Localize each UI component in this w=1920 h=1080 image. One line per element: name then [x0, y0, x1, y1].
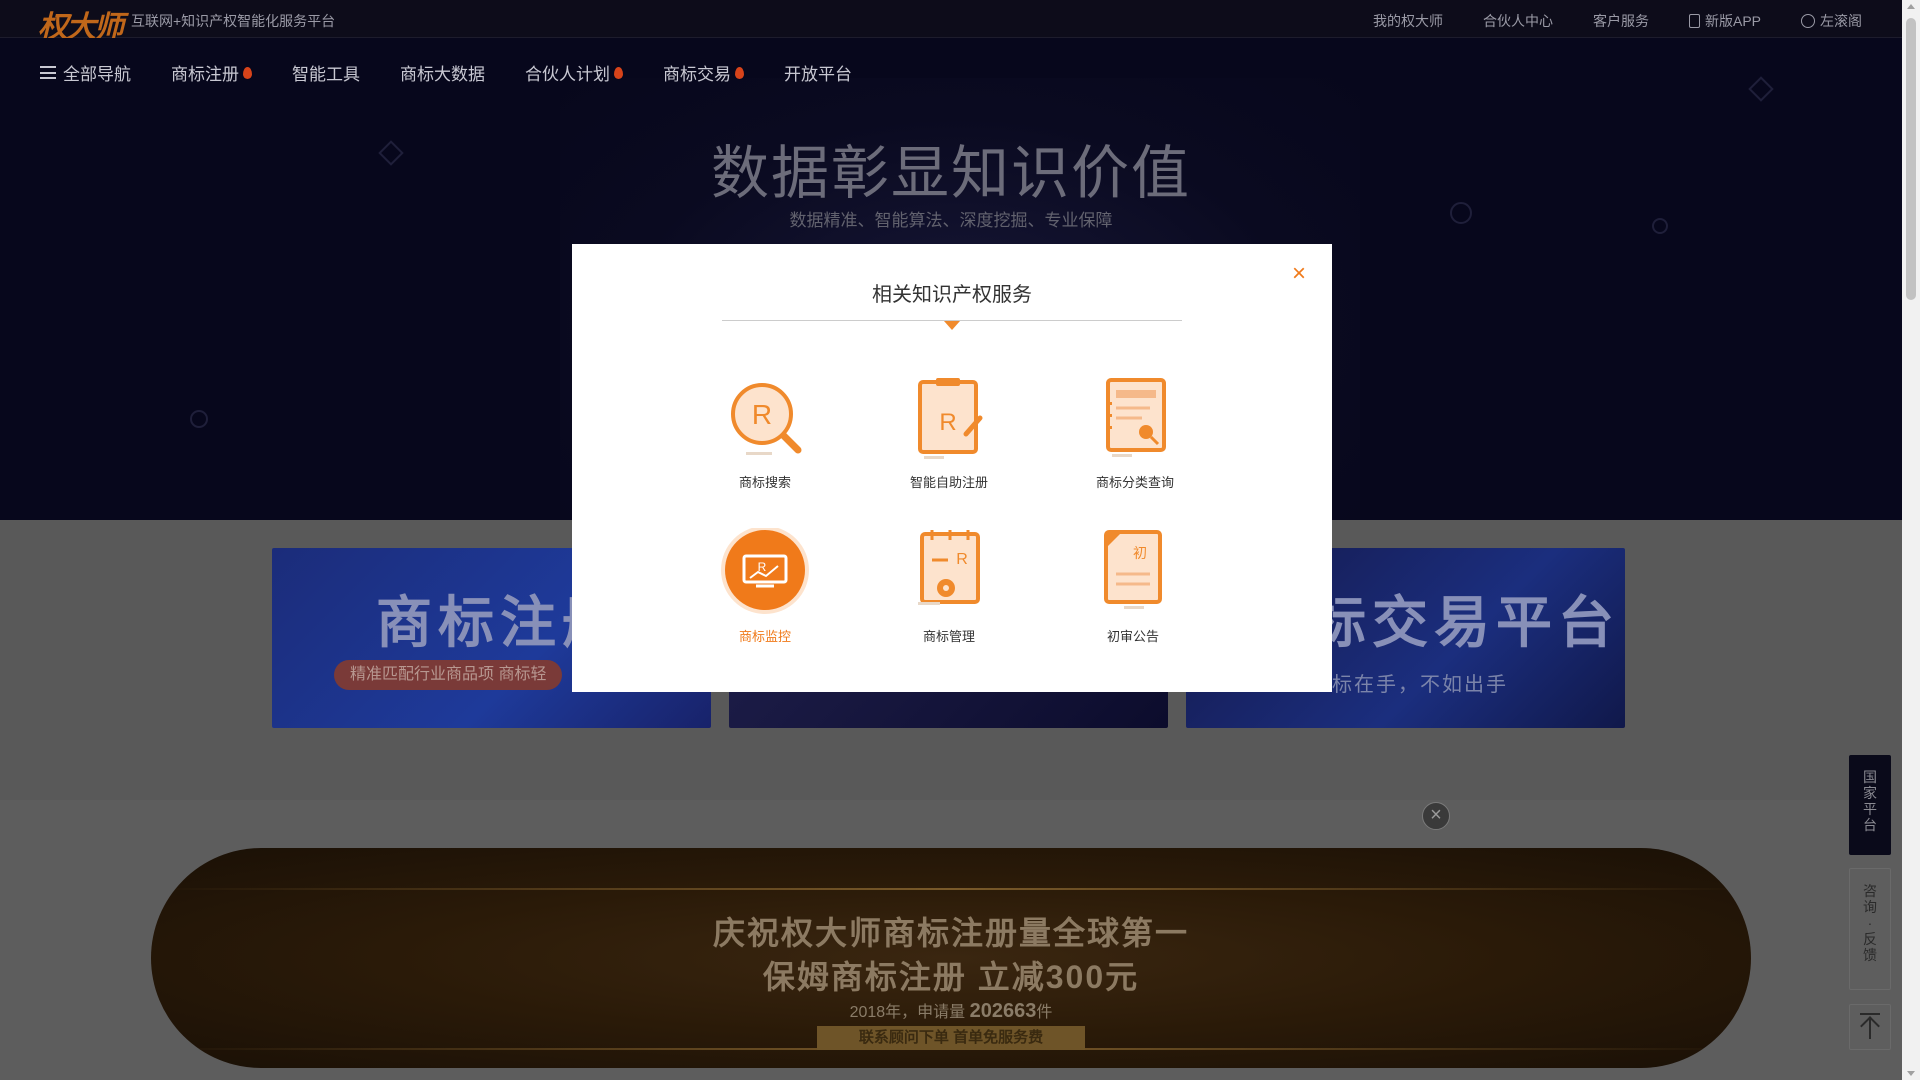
- service-label: 商标搜索: [738, 475, 791, 490]
- service-trademark-search[interactable]: R 商标搜索: [690, 374, 840, 491]
- float-feedback[interactable]: 咨询·反馈: [1849, 868, 1891, 990]
- service-preliminary-notice[interactable]: 初 初审公告: [1058, 528, 1208, 645]
- service-label: 商标监控: [738, 629, 791, 644]
- top-link-label: 我的权大师: [1372, 13, 1443, 29]
- scroll-down-icon[interactable]: [1907, 1071, 1915, 1076]
- service-trademark-monitor[interactable]: R 商标监控: [690, 526, 840, 645]
- top-link-customer-service[interactable]: 客户服务: [1593, 11, 1649, 31]
- modal-close-button[interactable]: ×: [1288, 262, 1310, 286]
- svg-text:初: 初: [1133, 545, 1147, 562]
- nav-trademark-bigdata[interactable]: 商标大数据: [400, 60, 485, 85]
- top-link-partner-center[interactable]: 合伙人中心: [1483, 11, 1553, 31]
- trademark-manage-icon: R: [904, 528, 994, 618]
- nav-label: 商标注册: [171, 65, 239, 84]
- service-label: 商标管理: [922, 629, 975, 644]
- top-link-label: 客户服务: [1592, 13, 1649, 29]
- svg-text:R: R: [752, 399, 772, 430]
- float-label: 国家平台: [1863, 769, 1877, 833]
- top-bar: 权大师 互联网+知识产权智能化服务平台 我的权大师 合伙人中心 客户服务 新版A…: [0, 0, 1902, 45]
- nav-smart-tools[interactable]: 智能工具: [292, 60, 360, 85]
- promo-stat: 2018年，申请量 202663件: [151, 998, 1751, 1023]
- classification-query-icon: [1090, 374, 1180, 464]
- service-trademark-manage[interactable]: R 商标管理: [874, 528, 1024, 645]
- service-classification-query[interactable]: 商标分类查询: [1060, 374, 1210, 491]
- arrow-up-icon: [1858, 1011, 1882, 1041]
- promo-decor-line: [151, 888, 1751, 890]
- hot-flame-icon: [614, 66, 623, 79]
- scroll-up-icon[interactable]: [1907, 4, 1915, 9]
- main-nav: 全部导航 商标注册 智能工具 商标大数据 合伙人计划 商标交易 开放平台: [40, 60, 892, 85]
- trademark-monitor-icon: R: [720, 526, 810, 618]
- decor-circle: [190, 410, 208, 428]
- menu-icon: [40, 66, 56, 79]
- card-subtitle: 标在手，不如出手: [1332, 674, 1508, 696]
- site-slogan: 互联网+知识产权智能化服务平台: [131, 13, 336, 29]
- top-links: 我的权大师 合伙人中心 客户服务 新版APP 左滚阁: [1373, 11, 1902, 31]
- nav-all[interactable]: 全部导航: [40, 60, 131, 85]
- promo-stat-value: 202663: [969, 1000, 1037, 1022]
- float-national-platform[interactable]: 国家平台: [1849, 755, 1891, 855]
- promo-cta[interactable]: 联系顾问下单 首单免服务费: [817, 1026, 1085, 1050]
- preliminary-notice-icon: 初: [1088, 528, 1178, 618]
- trademark-search-icon: R: [720, 374, 810, 464]
- service-label: 初审公告: [1106, 629, 1159, 644]
- hot-flame-icon: [243, 66, 252, 79]
- promo-offer: 保姆商标注册 立减300元: [762, 959, 1140, 995]
- nav-label: 全部导航: [63, 65, 131, 84]
- back-to-top-button[interactable]: [1849, 1004, 1891, 1050]
- user-icon: [1801, 14, 1815, 28]
- service-label: 商标分类查询: [1095, 475, 1174, 490]
- svg-text:R: R: [956, 551, 968, 568]
- hot-flame-icon: [735, 66, 744, 79]
- promo-stat-suffix: 件: [1036, 1004, 1053, 1021]
- svg-text:R: R: [939, 409, 956, 436]
- top-link-label: 左滚阁: [1820, 13, 1862, 29]
- card-pill: 精准匹配行业商品项 商标轻: [334, 660, 563, 690]
- modal-caret-icon: [944, 321, 960, 330]
- hero-subtitle: 数据精准、智能算法、深度挖掘、专业保障: [789, 211, 1113, 230]
- nav-label: 开放平台: [784, 65, 852, 84]
- nav-label: 商标大数据: [400, 65, 485, 84]
- decor-diamond: [1748, 76, 1774, 102]
- promo-stat-prefix: 2018年，申请量: [849, 1004, 966, 1021]
- nav-trademark-trade[interactable]: 商标交易: [663, 60, 744, 85]
- top-link-label: 合伙人中心: [1482, 13, 1553, 29]
- promo-headline: 庆祝权大师商标注册量全球第一: [712, 915, 1189, 951]
- page-scrollbar[interactable]: [1902, 0, 1920, 1080]
- nav-open-platform[interactable]: 开放平台: [784, 60, 852, 85]
- mobile-phone-icon: [1688, 14, 1700, 28]
- nav-label: 智能工具: [292, 65, 360, 84]
- service-label: 智能自助注册: [909, 475, 988, 490]
- smart-register-icon: R: [904, 374, 994, 464]
- top-link-my-account[interactable]: 我的权大师: [1373, 11, 1443, 31]
- card-title: 标交易平台: [1310, 591, 1620, 654]
- nav-label: 合伙人计划: [525, 65, 610, 84]
- modal-title: 相关知识产权服务: [872, 284, 1032, 306]
- top-link-new-app[interactable]: 新版APP: [1688, 11, 1761, 31]
- nav-partner-plan[interactable]: 合伙人计划: [525, 60, 623, 85]
- promo-close-button[interactable]: ×: [1422, 802, 1450, 830]
- hero-title: 数据彰显知识价值: [710, 141, 1191, 206]
- float-label: 咨询·反馈: [1863, 883, 1877, 963]
- nav-trademark-register[interactable]: 商标注册: [171, 60, 252, 85]
- service-smart-register[interactable]: R 智能自助注册: [874, 374, 1024, 491]
- top-link-label: 新版APP: [1704, 13, 1761, 29]
- services-modal: 相关知识产权服务 × R 商标搜索 R 智能自助注册 商标分类查询 R 商标监控…: [572, 244, 1332, 692]
- nav-label: 商标交易: [663, 65, 731, 84]
- scroll-thumb[interactable]: [1906, 18, 1916, 300]
- promo-banner[interactable]: 庆祝权大师商标注册量全球第一 保姆商标注册 立减300元 2018年，申请量 2…: [151, 848, 1751, 1068]
- top-link-user[interactable]: 左滚阁: [1801, 11, 1862, 31]
